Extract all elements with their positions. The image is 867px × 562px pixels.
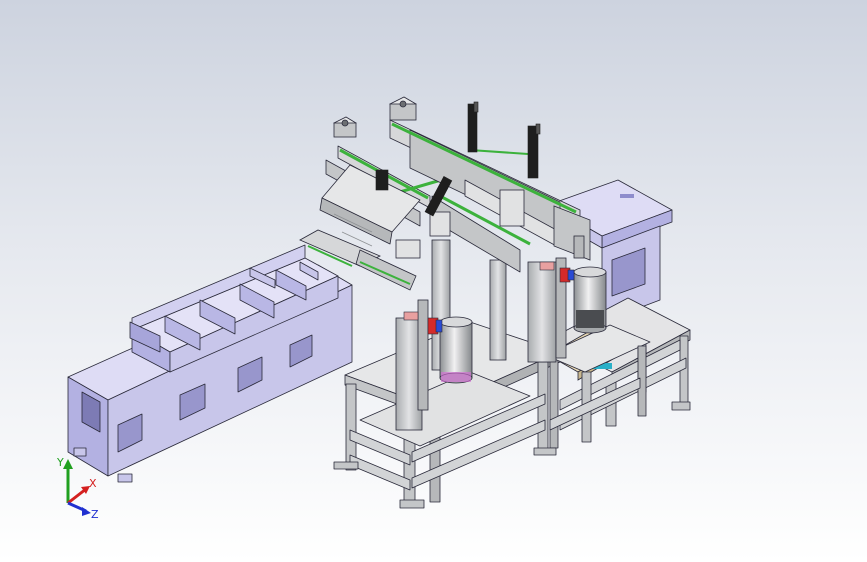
cylinder-right[interactable] bbox=[573, 266, 607, 334]
assembly-model[interactable] bbox=[0, 0, 867, 562]
triad-y-label: Y bbox=[56, 456, 64, 469]
cad-graphics-viewport[interactable]: X Y Z bbox=[0, 0, 867, 562]
triad-z-label: Z bbox=[91, 508, 99, 521]
triad-x-label: X bbox=[89, 477, 97, 490]
coordinate-triad-icon: X Y Z bbox=[56, 456, 99, 521]
triad-x-axis bbox=[67, 487, 87, 505]
cylinder-left[interactable] bbox=[439, 316, 473, 384]
